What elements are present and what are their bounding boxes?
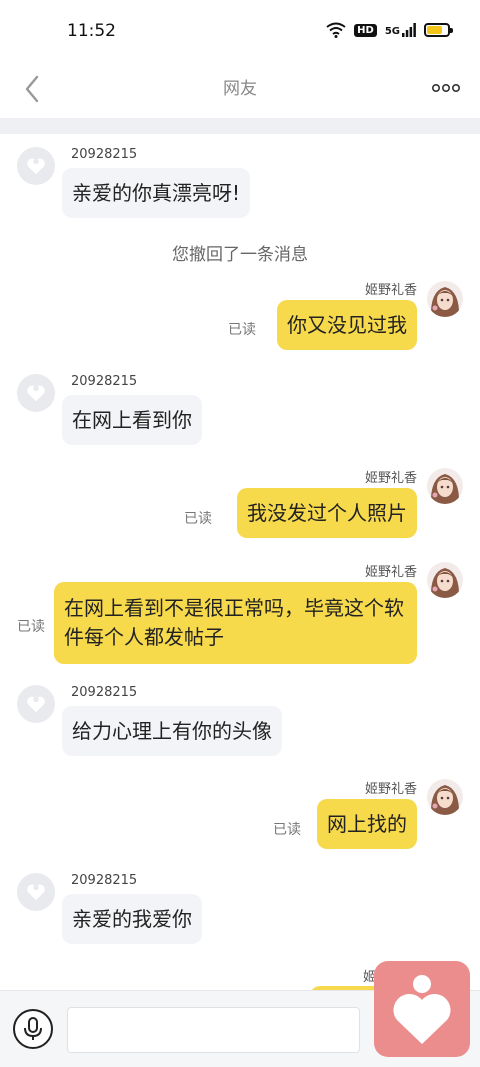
read-receipt: 已读 [184,511,212,527]
status-bar: 11:52 HD 5G [0,0,480,62]
user-avatar-image [427,562,463,598]
status-icons: HD 5G [326,22,453,38]
message-bubble-incoming[interactable]: 亲爱的我爱你 [62,894,202,944]
user-avatar-image [427,468,463,504]
floating-app-button[interactable] [374,961,470,1057]
voice-button[interactable] [13,1009,53,1049]
battery-level [427,26,442,34]
message-bubble-outgoing[interactable]: 你又没见过我 [277,300,417,350]
sender-name: 姬野礼香 [364,782,417,797]
contact-avatar[interactable] [17,147,55,185]
sender-name: 姬野礼香 [364,471,417,486]
network-type: 5G [384,26,400,37]
chat-title: 网友 [223,79,257,99]
contact-avatar[interactable] [17,873,55,911]
sender-name: 姬野礼香 [364,283,417,298]
microphone-icon [24,1017,42,1040]
message-bubble-outgoing[interactable]: 在网上看到不是很正常吗，毕竟这个软件每个人都发帖子 [54,582,417,664]
heart-avatar-icon [27,696,45,713]
user-avatar[interactable] [427,468,463,504]
message-bubble-outgoing[interactable]: 网上找的 [317,799,417,849]
read-receipt: 已读 [228,322,256,338]
more-button[interactable] [431,79,460,93]
sender-name: 姬野礼香 [364,565,417,580]
sender-name: 20928215 [71,147,138,162]
heart-person-icon [393,975,451,1044]
read-receipt: 已读 [17,619,45,635]
message-bubble-incoming[interactable]: 亲爱的你真漂亮呀! [62,168,251,218]
signal-icon: 5G [385,23,416,37]
more-dots-icon [431,83,460,93]
read-receipt: 已读 [273,822,301,838]
sender-name: 20928215 [71,685,138,700]
contact-avatar[interactable] [17,374,55,412]
user-avatar[interactable] [427,281,463,317]
heart-avatar-icon [27,884,45,901]
user-avatar[interactable] [427,562,463,598]
message-bubble-outgoing[interactable]: 我没发过个人照片 [237,488,417,538]
chat-header: 网友 [0,62,480,118]
battery-icon [424,23,453,37]
hd-badge: HD [354,23,377,37]
status-time: 11:52 [67,21,116,41]
recall-notice: 您撤回了一条消息 [172,245,308,265]
wifi-icon [326,22,346,38]
user-avatar-image [427,779,463,815]
message-bubble-incoming[interactable]: 在网上看到你 [62,395,202,445]
heart-avatar-icon [27,158,45,175]
message-bubble-incoming[interactable]: 给力心理上有你的头像 [62,706,282,756]
sender-name: 20928215 [71,873,138,888]
contact-avatar[interactable] [17,685,55,723]
message-list[interactable]: 20928215 亲爱的你真漂亮呀! 您撤回了一条消息 姬野礼香 你又没见过我 … [0,134,480,990]
sender-name: 20928215 [71,374,138,389]
message-input[interactable] [67,1007,360,1053]
heart-avatar-icon [27,385,45,402]
user-avatar[interactable] [427,779,463,815]
header-separator [0,118,480,134]
user-avatar-image [427,281,463,317]
